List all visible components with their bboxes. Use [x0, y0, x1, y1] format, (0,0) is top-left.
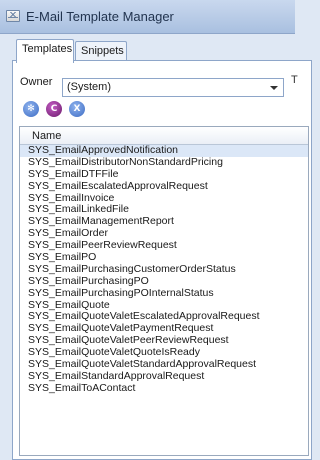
envelope-icon: [6, 10, 20, 22]
close-x-icon[interactable]: X: [69, 101, 85, 117]
table-row[interactable]: SYS_EmailPurchasingCustomerOrderStatus: [20, 263, 308, 276]
table-row[interactable]: SYS_EmailEscalatedApprovalRequest: [20, 180, 308, 193]
tab-snippets[interactable]: Snippets: [75, 41, 127, 61]
table-row[interactable]: SYS_EmailDTFFile: [20, 168, 308, 181]
table-row[interactable]: SYS_EmailPurchasingPO: [20, 275, 308, 288]
c-icon[interactable]: C: [46, 101, 62, 117]
table-row[interactable]: SYS_EmailToAContact: [20, 382, 308, 395]
owner-dropdown-value: (System): [67, 81, 111, 93]
table-row[interactable]: SYS_EmailDistributorNonStandardPricing: [20, 156, 308, 169]
column-header-name[interactable]: Name: [20, 127, 308, 145]
window-title: E-Mail Template Manager: [26, 9, 174, 24]
chevron-down-icon[interactable]: [270, 86, 278, 90]
gear-icon[interactable]: ✻: [23, 101, 39, 117]
tab-templates[interactable]: Templates: [16, 39, 74, 63]
table-row[interactable]: SYS_EmailPurchasingPOInternalStatus: [20, 287, 308, 300]
owner-label: Owner: [20, 76, 53, 88]
templates-grid[interactable]: Name SYS_EmailApprovedNotification SYS_Em…: [19, 126, 309, 456]
title-bar: E-Mail Template Manager: [0, 0, 295, 34]
owner-dropdown[interactable]: (System): [62, 78, 284, 97]
clipped-label: T: [291, 74, 298, 86]
template-list: SYS_EmailApprovedNotification SYS_EmailDi…: [20, 144, 308, 395]
